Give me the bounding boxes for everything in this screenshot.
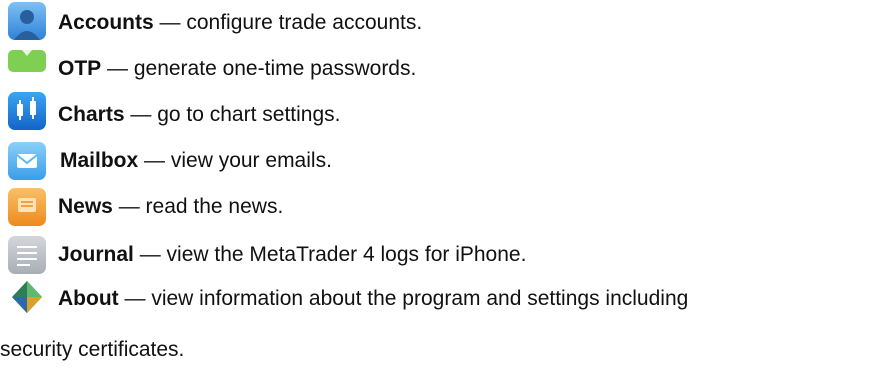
news-icon — [8, 188, 46, 226]
about-description-continued: security certificates. — [0, 338, 185, 361]
otp-icon — [8, 42, 46, 72]
about-description: — view information about the program and… — [118, 287, 689, 310]
charts-title: Charts — [58, 103, 125, 126]
journal-description: — view the MetaTrader 4 logs for iPhone. — [133, 243, 527, 266]
accounts-icon — [8, 2, 46, 40]
about-icon — [8, 278, 46, 316]
otp-description: — generate one-time passwords. — [101, 57, 417, 80]
document: Accounts — configure trade accounts. OTP… — [0, 0, 873, 375]
news-title: News — [58, 195, 113, 218]
mailbox-description: — view your emails. — [138, 149, 332, 172]
mailbox-title: Mailbox — [60, 149, 139, 172]
mailbox-icon — [8, 142, 46, 180]
charts-icon — [8, 92, 46, 130]
about-title: About — [58, 287, 119, 310]
otp-title: OTP — [58, 57, 102, 80]
news-description: — read the news. — [112, 195, 284, 218]
journal-icon — [8, 236, 46, 274]
journal-title: Journal — [58, 243, 134, 266]
accounts-description: — configure trade accounts. — [153, 11, 423, 34]
charts-description: — go to chart settings. — [124, 103, 341, 126]
accounts-title: Accounts — [58, 11, 154, 34]
